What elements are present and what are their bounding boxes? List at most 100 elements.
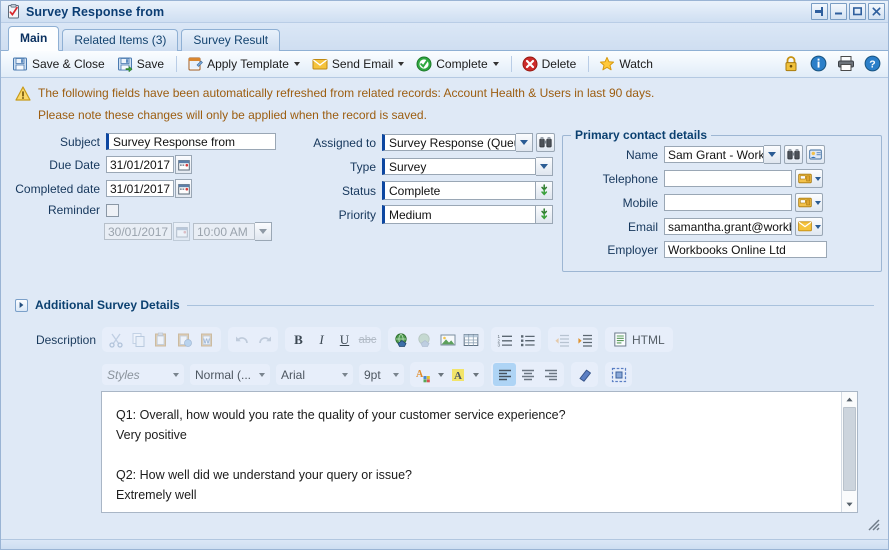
description-editor-body[interactable]: Q1: Overall, how would you rate the qual… xyxy=(101,391,858,513)
check-circle-icon xyxy=(416,56,432,72)
minimize-window-button[interactable] xyxy=(830,3,847,20)
maximize-window-button[interactable] xyxy=(849,3,866,20)
reminder-checkbox[interactable] xyxy=(106,203,119,217)
svg-text:3: 3 xyxy=(497,342,500,347)
paste-icon[interactable] xyxy=(150,328,173,351)
type-input[interactable]: Survey xyxy=(382,158,536,175)
scrollbar-thumb[interactable] xyxy=(843,407,856,491)
open-contact-record-button[interactable] xyxy=(806,145,825,164)
status-input[interactable]: Complete xyxy=(382,181,536,200)
align-right-icon[interactable] xyxy=(539,363,562,386)
description-editor-content[interactable]: Q1: Overall, how would you rate the qual… xyxy=(102,392,841,512)
reminder-date-input[interactable]: 30/01/2017 xyxy=(104,223,172,240)
save-button[interactable]: Save xyxy=(112,53,169,75)
toolbar-separator xyxy=(510,56,512,72)
paste-word-icon[interactable]: W xyxy=(196,328,219,351)
insert-table-icon[interactable] xyxy=(459,328,482,351)
redo-icon[interactable] xyxy=(253,328,276,351)
remove-format-icon[interactable] xyxy=(573,363,596,386)
form-area: Subject Survey Response from Due Date 31… xyxy=(1,128,888,276)
watch-button[interactable]: Watch xyxy=(594,53,658,75)
indent-icon[interactable] xyxy=(573,328,596,351)
send-email-button[interactable]: Send Email xyxy=(307,53,409,75)
maximize-editor-icon[interactable] xyxy=(607,363,630,386)
text-color-icon[interactable]: A xyxy=(412,363,447,386)
tab-main[interactable]: Main xyxy=(8,26,60,51)
chevron-down-icon xyxy=(473,372,479,377)
section-title: Additional Survey Details xyxy=(35,298,180,312)
contact-name-input[interactable]: Sam Grant - Workb xyxy=(664,146,764,163)
assigned-to-input[interactable]: Survey Response (Queue xyxy=(382,134,516,151)
contact-telephone-label: Telephone xyxy=(602,171,658,186)
insert-image-icon[interactable] xyxy=(436,328,459,351)
help-icon[interactable]: ? xyxy=(864,55,882,73)
scroll-up-icon[interactable] xyxy=(842,392,857,407)
contact-lookup-button[interactable] xyxy=(784,145,803,164)
mobile-dial-button[interactable] xyxy=(795,193,823,212)
insert-link-icon[interactable] xyxy=(390,328,413,351)
font-family-select[interactable]: Arial xyxy=(276,364,353,385)
styles-select[interactable]: Styles xyxy=(102,364,184,385)
scroll-down-icon[interactable] xyxy=(842,497,857,512)
contact-mobile-input[interactable] xyxy=(664,194,792,211)
status-label: Status xyxy=(341,183,376,198)
italic-icon[interactable]: I xyxy=(310,328,333,351)
print-icon[interactable] xyxy=(837,55,855,73)
priority-picker-button[interactable] xyxy=(536,205,553,224)
question-2: Q2: How well did we understand your quer… xyxy=(116,468,412,482)
format-select[interactable]: Normal (... xyxy=(190,364,270,385)
telephone-dial-button[interactable] xyxy=(795,169,823,188)
editor-scrollbar[interactable] xyxy=(841,392,857,512)
remove-format-group xyxy=(571,362,598,387)
unlink-icon[interactable] xyxy=(413,328,436,351)
contact-telephone-input[interactable] xyxy=(664,170,792,187)
background-color-icon[interactable]: A xyxy=(447,363,482,386)
completed-date-input[interactable]: 31/01/2017 xyxy=(106,180,174,197)
save-and-close-button[interactable]: Save & Close xyxy=(7,53,110,75)
complete-button[interactable]: Complete xyxy=(411,53,503,75)
assigned-to-dropdown-button[interactable] xyxy=(516,133,533,152)
tab-related-items[interactable]: Related Items (3) xyxy=(62,29,179,51)
close-window-button[interactable] xyxy=(868,3,885,20)
email-send-button[interactable] xyxy=(795,217,823,236)
resize-grip[interactable] xyxy=(867,518,880,531)
completed-date-calendar-button[interactable] xyxy=(175,179,192,198)
status-picker-button[interactable] xyxy=(536,181,553,200)
ordered-list-icon[interactable]: 1 2 3 xyxy=(493,328,516,351)
subject-input[interactable]: Survey Response from xyxy=(106,133,276,150)
align-left-icon[interactable] xyxy=(493,363,516,386)
tab-survey-result[interactable]: Survey Result xyxy=(181,29,281,51)
undo-icon[interactable] xyxy=(230,328,253,351)
color-group: A A xyxy=(410,362,484,387)
priority-input[interactable]: Medium xyxy=(382,205,536,224)
align-center-icon[interactable] xyxy=(516,363,539,386)
copy-icon[interactable] xyxy=(127,328,150,351)
delete-button[interactable]: Delete xyxy=(517,53,582,75)
lock-icon[interactable] xyxy=(783,55,801,73)
html-source-button[interactable]: HTML xyxy=(607,328,671,351)
strikethrough-icon[interactable]: abc xyxy=(356,328,379,351)
pin-window-button[interactable] xyxy=(811,3,828,20)
apply-template-button[interactable]: Apply Template xyxy=(182,53,305,75)
section-expand-toggle[interactable] xyxy=(15,298,28,312)
notice-line-2: Please note these changes will only be a… xyxy=(38,108,427,122)
paste-text-icon[interactable] xyxy=(173,328,196,351)
reminder-calendar-button[interactable] xyxy=(173,222,190,241)
due-date-input[interactable]: 31/01/2017 xyxy=(106,156,174,173)
contact-email-input[interactable]: samantha.grant@workbo xyxy=(664,218,792,235)
type-dropdown-button[interactable] xyxy=(536,157,553,176)
bold-icon[interactable]: B xyxy=(287,328,310,351)
info-icon[interactable] xyxy=(810,55,828,73)
underline-icon[interactable]: U xyxy=(333,328,356,351)
unordered-list-icon[interactable] xyxy=(516,328,539,351)
font-size-select[interactable]: 9pt xyxy=(359,364,404,385)
reminder-time-input[interactable]: 10:00 AM xyxy=(193,223,255,240)
outdent-icon[interactable] xyxy=(550,328,573,351)
reminder-time-dropdown-button[interactable] xyxy=(255,222,272,241)
contact-name-dropdown-button[interactable] xyxy=(764,145,781,164)
due-date-calendar-button[interactable] xyxy=(175,155,192,174)
assigned-to-lookup-button[interactable] xyxy=(536,133,555,152)
contact-employer-input[interactable]: Workbooks Online Ltd xyxy=(664,241,827,258)
reminder-label: Reminder xyxy=(47,203,100,217)
cut-icon[interactable] xyxy=(104,328,127,351)
